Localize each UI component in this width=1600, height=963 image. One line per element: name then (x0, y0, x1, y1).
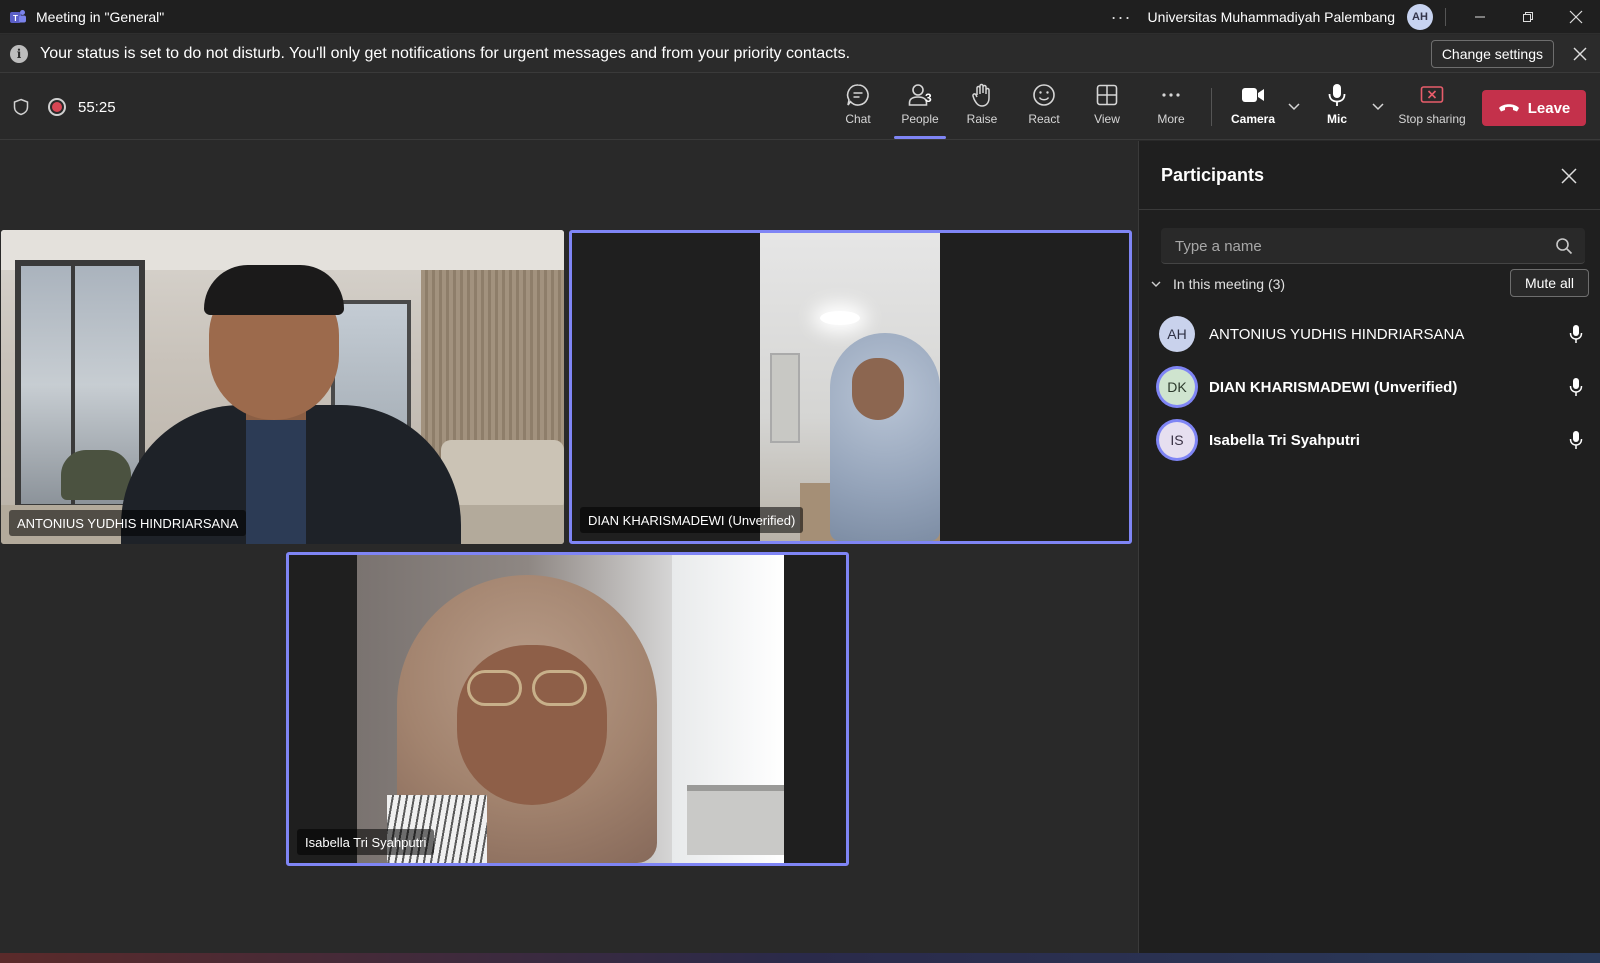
minimize-button[interactable] (1456, 0, 1504, 34)
camera-button[interactable]: Camera (1223, 82, 1283, 134)
video-tile-isabella[interactable]: Isabella Tri Syahputri (286, 552, 849, 866)
shield-icon[interactable] (12, 98, 30, 116)
close-window-button[interactable] (1552, 0, 1600, 34)
chat-button[interactable]: Chat (828, 82, 888, 134)
info-icon: i (10, 44, 28, 63)
toolbar-divider (1211, 88, 1212, 126)
camera-options-chevron-down-icon[interactable] (1286, 98, 1302, 114)
grid-view-icon (1096, 84, 1118, 106)
stop-sharing-label: Stop sharing (1398, 112, 1466, 126)
video-tile-dian[interactable]: DIAN KHARISMADEWI (Unverified) (569, 230, 1132, 544)
avatar: AH (1159, 316, 1195, 352)
user-avatar[interactable]: AH (1407, 4, 1433, 30)
react-button[interactable]: React (1014, 82, 1074, 134)
view-button[interactable]: View (1077, 82, 1137, 134)
panel-divider (1139, 209, 1600, 210)
participant-video (357, 555, 784, 863)
people-label: People (901, 112, 939, 126)
microphone-icon (1569, 325, 1583, 343)
stop-sharing-icon (1420, 86, 1444, 103)
mic-button[interactable]: Mic (1307, 82, 1367, 134)
participant-row-isabella[interactable]: IS Isabella Tri Syahputri (1159, 415, 1589, 465)
chat-icon (846, 84, 869, 106)
raise-hand-button[interactable]: Raise (952, 82, 1012, 134)
change-settings-button[interactable]: Change settings (1430, 40, 1554, 68)
camera-icon (1242, 88, 1264, 102)
more-options-icon[interactable]: ··· (1111, 7, 1132, 28)
people-button[interactable]: 3 People (890, 82, 950, 139)
restore-button[interactable] (1504, 0, 1552, 34)
microphone-icon (1328, 84, 1346, 106)
in-meeting-label: In this meeting (3) (1173, 276, 1286, 292)
microphone-icon (1569, 431, 1583, 449)
video-tile-antonius[interactable]: ANTONIUS YUDHIS HINDRIARSANA (1, 230, 564, 544)
participant-name: Isabella Tri Syahputri (1209, 431, 1360, 449)
stop-sharing-button[interactable]: Stop sharing (1398, 82, 1466, 134)
mic-label: Mic (1326, 112, 1347, 126)
participant-name: DIAN KHARISMADEWI (Unverified) (1209, 378, 1458, 396)
leave-label: Leave (1527, 99, 1571, 117)
recording-indicator-icon (48, 98, 66, 116)
organization-name[interactable]: Universitas Muhammadiyah Palembang (1148, 9, 1395, 25)
mic-options-chevron-down-icon[interactable] (1370, 98, 1386, 114)
dismiss-notification-button[interactable] (1570, 44, 1590, 64)
participant-row-antonius[interactable]: AH ANTONIUS YUDHIS HINDRIARSANA (1159, 309, 1589, 359)
video-stage: ANTONIUS YUDHIS HINDRIARSANA DIAN KHARIS… (0, 141, 1137, 953)
more-button[interactable]: More (1141, 82, 1201, 134)
more-label: More (1157, 112, 1185, 126)
meeting-toolbar: 55:25 Chat 3 People Raise React View Mor… (0, 74, 1600, 140)
mute-all-button[interactable]: Mute all (1509, 269, 1589, 297)
participant-name: ANTONIUS YUDHIS HINDRIARSANA (1209, 325, 1465, 343)
panel-title: Participants (1161, 165, 1265, 185)
close-panel-icon[interactable] (1560, 167, 1578, 185)
titlebar-divider (1445, 8, 1446, 26)
minimize-icon (1475, 16, 1485, 18)
view-label: View (1094, 112, 1120, 126)
raise-hand-icon (972, 83, 990, 107)
microphone-icon (1569, 378, 1583, 396)
react-label: React (1028, 112, 1060, 126)
chat-label: Chat (845, 112, 871, 126)
avatar: IS (1159, 422, 1195, 458)
participant-video (760, 233, 940, 541)
teams-logo-icon: T (10, 9, 26, 23)
participant-name-tag: ANTONIUS YUDHIS HINDRIARSANA (9, 510, 247, 536)
participant-row-dian[interactable]: DK DIAN KHARISMADEWI (Unverified) (1159, 362, 1589, 412)
bottom-edge-strip (0, 953, 1600, 963)
restore-icon (1523, 12, 1533, 22)
participant-name-tag: Isabella Tri Syahputri (297, 829, 435, 855)
participant-search-input[interactable] (1161, 228, 1541, 264)
dnd-notification-bar: i Your status is set to do not disturb. … (0, 35, 1600, 73)
participants-panel: Participants In this meeting (3) Mute al… (1138, 141, 1600, 953)
search-icon[interactable] (1555, 237, 1573, 255)
avatar: DK (1159, 369, 1195, 405)
participant-search[interactable] (1161, 228, 1585, 264)
participant-video (1, 230, 564, 544)
camera-label: Camera (1230, 112, 1276, 126)
phone-hangup-icon (1498, 104, 1519, 112)
meeting-timer: 55:25 (78, 98, 116, 116)
in-meeting-section-header[interactable]: In this meeting (3) Mute all (1149, 269, 1589, 299)
smiley-icon (1033, 84, 1055, 106)
participant-name-tag: DIAN KHARISMADEWI (Unverified) (580, 507, 804, 533)
more-icon (1162, 93, 1180, 97)
people-count-badge: 3 (925, 91, 932, 105)
chevron-down-icon[interactable] (1149, 277, 1163, 291)
window-title: Meeting in "General" (36, 8, 165, 25)
svg-text:T: T (13, 13, 18, 22)
close-icon (1573, 47, 1587, 61)
leave-button[interactable]: Leave (1482, 90, 1586, 126)
raise-label: Raise (966, 112, 998, 126)
notification-text: Your status is set to do not disturb. Yo… (40, 44, 851, 62)
title-bar: T Meeting in "General" ··· Universitas M… (0, 0, 1600, 34)
close-icon (1569, 10, 1583, 24)
